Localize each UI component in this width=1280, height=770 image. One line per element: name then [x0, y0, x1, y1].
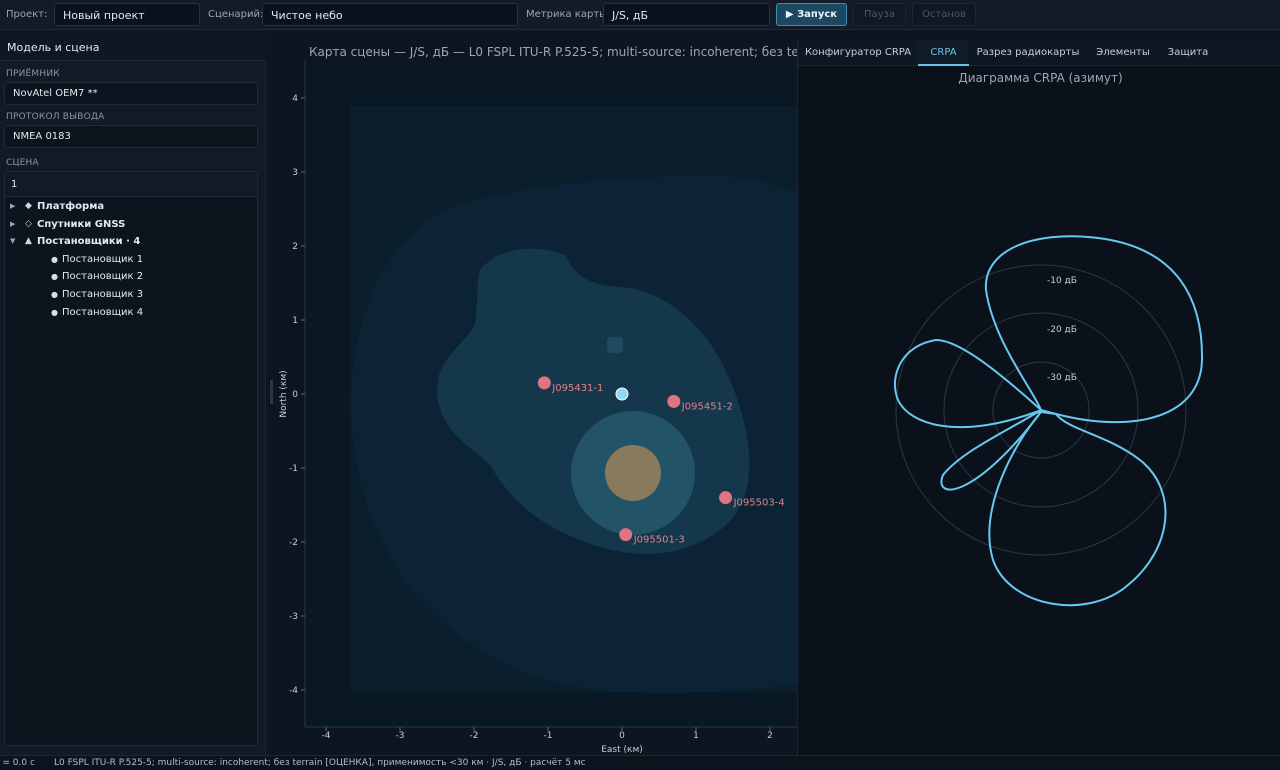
tree-item-jammer-1[interactable]: ● Постановщик 1	[5, 253, 257, 270]
jammer-label: J095501-3	[633, 535, 685, 546]
tab-protection[interactable]: Защита	[1159, 40, 1217, 66]
js-core	[605, 445, 661, 501]
x-tick-label: 1	[693, 731, 699, 741]
receiver-section-label: ПРИЁМНИК	[6, 69, 60, 79]
x-tick-label: -3	[396, 731, 405, 741]
tab-elements[interactable]: Элементы	[1087, 40, 1159, 66]
pattern-lobe	[893, 339, 1042, 429]
circle-icon: ●	[51, 308, 58, 317]
pause-button[interactable]: Пауза	[853, 3, 906, 26]
x-tick-label: 0	[619, 731, 625, 741]
map-title: Карта сцены — J/S, дБ — L0 FSPL ITU-R P.…	[309, 45, 797, 59]
jammer-label: J095503-4	[733, 498, 785, 509]
run-button[interactable]: ▶ Запуск	[776, 3, 847, 26]
toolbar: Проект: Новый проект Сценарий: Чистое не…	[0, 0, 1280, 30]
y-tick-label: -4	[289, 686, 298, 696]
tab-bar: Конфигуратор CRPA CRPA Разрез радиокарты…	[798, 40, 1280, 66]
chevron-right-icon[interactable]: ▶	[10, 202, 15, 210]
y-tick-label: 1	[292, 316, 298, 326]
jammer-marker[interactable]	[619, 528, 633, 542]
scene-section-label: СЦЕНА	[6, 158, 39, 168]
status-bar: t = 0.0 с L0 FSPL ITU-R P.525-5; multi-s…	[0, 755, 1280, 770]
metric-label: Метрика карты:	[526, 9, 611, 20]
tree-item-jammer-4[interactable]: ● Постановщик 4	[5, 306, 257, 323]
tree-item-label: Постановщик 2	[62, 271, 144, 282]
y-tick-label: 2	[292, 242, 298, 252]
tab-crpa[interactable]: CRPA	[918, 40, 969, 66]
ring-label: -30 дБ	[1047, 373, 1077, 383]
jammer-label: J095451-2	[681, 401, 733, 412]
tree-item-label: Спутники GNSS	[37, 219, 126, 230]
y-tick-label: -2	[289, 538, 298, 548]
tree-item-label: Постановщики · 4	[37, 236, 141, 247]
status-text: L0 FSPL ITU-R P.525-5; multi-source: inc…	[54, 758, 586, 768]
x-axis-title: East (км)	[601, 745, 643, 755]
tree-item-jammers[interactable]: ▼ ▲ Постановщики · 4	[5, 235, 257, 252]
tree-item-platform[interactable]: ▶ ◆ Платформа	[5, 200, 257, 217]
diamond-outline-icon: ◇	[25, 219, 32, 229]
diamond-filled-icon: ◆	[25, 201, 32, 211]
ring-label: -10 дБ	[1047, 276, 1077, 286]
js-patch	[607, 337, 623, 353]
circle-icon: ●	[51, 290, 58, 299]
tab-radio-map-section[interactable]: Разрез радиокарты	[969, 40, 1087, 66]
jammer-marker[interactable]	[719, 491, 733, 505]
protocol-section-label: ПРОТОКОЛ ВЫВОДА	[6, 112, 105, 122]
x-tick-label: -2	[470, 731, 479, 741]
splitter-handle[interactable]	[270, 380, 273, 404]
polar-title: Диаграмма CRPA (азимут)	[958, 71, 1123, 85]
pattern-lobe	[940, 409, 1042, 491]
crpa-polar-chart: -10 дБ -20 дБ -30 дБ	[893, 235, 1204, 607]
tree-item-label: Постановщик 4	[62, 307, 144, 318]
scenario-label: Сценарий:	[208, 9, 264, 20]
y-tick-label: -3	[289, 612, 298, 622]
y-tick-label: 3	[292, 168, 298, 178]
ring-label: -20 дБ	[1047, 325, 1077, 335]
model-scene-panel: Модель и сцена ПРИЁМНИК NovAtel OEM7 ** …	[0, 31, 266, 755]
jammer-marker[interactable]	[667, 394, 681, 408]
stop-button[interactable]: Останов	[912, 3, 976, 26]
triangle-icon: ▲	[25, 236, 32, 246]
receiver-marker[interactable]	[615, 387, 629, 401]
x-tick-label: 2	[767, 731, 773, 741]
scenario-select[interactable]: Чистое небо	[262, 3, 518, 26]
project-label: Проект:	[6, 9, 48, 20]
panel-title: Модель и сцена	[0, 31, 266, 61]
status-time: t = 0.0 с	[0, 758, 35, 768]
jammer-label: J095431-1	[551, 383, 603, 394]
receiver-select[interactable]: NovAtel OEM7 **	[4, 82, 258, 105]
circle-icon: ●	[51, 272, 58, 281]
crpa-pattern	[893, 235, 1204, 607]
tab-crpa-configurator[interactable]: Конфигуратор CRPA	[798, 40, 918, 66]
project-field[interactable]: Новый проект	[54, 3, 200, 26]
x-tick-label: -4	[322, 731, 331, 741]
scene-tree: 1 ▶ ◆ Платформа ▶ ◇ Спутники GNSS ▼ ▲ По…	[4, 171, 258, 746]
metric-select[interactable]: J/S, дБ	[603, 3, 770, 26]
chevron-right-icon[interactable]: ▶	[10, 220, 15, 228]
chevron-down-icon[interactable]: ▼	[10, 237, 15, 245]
y-tick-label: -1	[289, 464, 298, 474]
y-tick-label: 4	[292, 94, 298, 104]
scene-map[interactable]: -4 -3 -2 -1 0 1 2 4 3 2 1 0 -1 -2 -3 -4 East (км) North…	[270, 60, 797, 755]
right-panel: Конфигуратор CRPA CRPA Разрез радиокарты…	[797, 40, 1280, 755]
tree-item-gnss[interactable]: ▶ ◇ Спутники GNSS	[5, 218, 257, 235]
tree-item-jammer-3[interactable]: ● Постановщик 3	[5, 288, 257, 305]
circle-icon: ●	[51, 255, 58, 264]
y-tick-label: 0	[292, 390, 298, 400]
scene-filter-input[interactable]: 1	[5, 172, 257, 197]
y-axis-title: North (км)	[279, 370, 289, 417]
tree-item-label: Постановщик 3	[62, 289, 144, 300]
tree-item-jammer-2[interactable]: ● Постановщик 2	[5, 270, 257, 287]
tree-item-label: Постановщик 1	[62, 254, 144, 265]
jammer-marker[interactable]	[537, 376, 551, 390]
protocol-select[interactable]: NMEA 0183	[4, 125, 258, 148]
tree-item-label: Платформа	[37, 201, 105, 212]
x-tick-label: -1	[544, 731, 553, 741]
